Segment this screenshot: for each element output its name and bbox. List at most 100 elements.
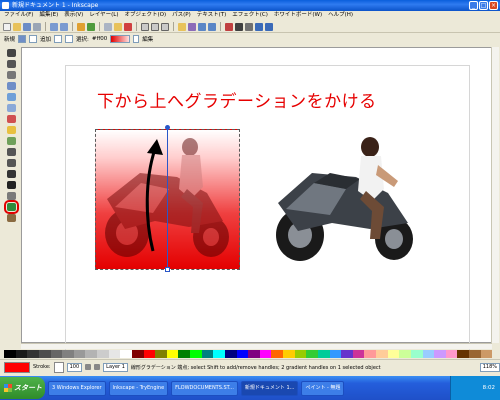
gradient-preview-dropdown[interactable] bbox=[110, 35, 131, 43]
palette-swatch[interactable] bbox=[480, 350, 493, 358]
tweak-tool-icon[interactable] bbox=[6, 71, 16, 79]
group-icon[interactable] bbox=[198, 22, 206, 31]
palette-swatch[interactable] bbox=[259, 350, 272, 358]
drawing-canvas[interactable]: 下から上へグラデーションをかける bbox=[21, 47, 492, 355]
zoom-field[interactable]: 118% bbox=[479, 362, 500, 372]
star-tool-icon[interactable] bbox=[6, 126, 16, 134]
undo-icon[interactable] bbox=[77, 22, 85, 31]
palette-swatch[interactable] bbox=[213, 350, 225, 358]
palette-swatch[interactable] bbox=[224, 350, 237, 358]
taskbar-item-flowdocuments[interactable]: FLOWDOCUMENTS.ST... bbox=[171, 380, 238, 396]
print-icon[interactable] bbox=[33, 22, 41, 31]
align-icon[interactable] bbox=[255, 22, 263, 31]
palette-swatch[interactable] bbox=[376, 350, 388, 358]
palette-swatch[interactable] bbox=[143, 350, 156, 358]
palette-swatch[interactable] bbox=[434, 350, 446, 358]
clone-icon[interactable] bbox=[188, 22, 196, 31]
import-icon[interactable] bbox=[50, 22, 58, 31]
node-tool-icon[interactable] bbox=[6, 60, 16, 68]
zoom-tool-icon[interactable] bbox=[6, 82, 16, 90]
close-button[interactable]: × bbox=[489, 1, 498, 10]
palette-swatch[interactable] bbox=[399, 350, 411, 358]
menu-effects[interactable]: エフェクト(C) bbox=[232, 11, 268, 20]
fill-target-icon[interactable] bbox=[54, 35, 63, 43]
text-font-icon[interactable] bbox=[235, 22, 243, 31]
palette-swatch[interactable] bbox=[387, 350, 400, 358]
taskbar-item-new-document[interactable]: 新規ドキュメント 1... bbox=[240, 380, 299, 396]
eye-icon[interactable] bbox=[85, 364, 92, 370]
lock-icon[interactable] bbox=[94, 364, 101, 370]
palette-swatch[interactable] bbox=[166, 350, 179, 358]
palette-swatch[interactable] bbox=[62, 350, 74, 358]
title-bar[interactable]: 新規ドキュメント 1 - Inkscape _ □ × bbox=[0, 0, 500, 11]
palette-swatch[interactable] bbox=[73, 350, 86, 358]
palette-swatch[interactable] bbox=[329, 350, 342, 358]
palette-swatch[interactable] bbox=[236, 350, 249, 358]
pencil-tool-icon[interactable] bbox=[6, 148, 16, 156]
zoom-in-icon[interactable] bbox=[141, 22, 149, 31]
palette-swatch[interactable] bbox=[364, 350, 376, 358]
palette-swatch[interactable] bbox=[283, 350, 295, 358]
gradient-end-handle[interactable] bbox=[165, 125, 170, 130]
fill-color-indicator[interactable] bbox=[4, 361, 30, 373]
palette-swatch[interactable] bbox=[306, 350, 318, 358]
palette-swatch[interactable] bbox=[120, 350, 132, 358]
palette-swatch[interactable] bbox=[445, 350, 458, 358]
opacity-field[interactable]: 100 bbox=[66, 362, 83, 372]
menu-view[interactable]: 表示(V) bbox=[64, 11, 83, 20]
palette-swatch[interactable] bbox=[352, 350, 365, 358]
stroke-target-icon[interactable] bbox=[65, 35, 74, 43]
xml-editor-icon[interactable] bbox=[245, 22, 253, 31]
redo-icon[interactable] bbox=[87, 22, 95, 31]
stroke-color-indicator[interactable] bbox=[53, 361, 64, 373]
zoom-out-icon[interactable] bbox=[151, 22, 159, 31]
duplicate-icon[interactable] bbox=[178, 22, 186, 31]
menu-whiteboard[interactable]: ホワイトボード(W) bbox=[274, 11, 322, 20]
palette-swatch[interactable] bbox=[410, 350, 423, 358]
maximize-button[interactable]: □ bbox=[479, 1, 488, 10]
fill-stroke-icon[interactable] bbox=[225, 22, 233, 31]
menu-text[interactable]: テキスト(T) bbox=[197, 11, 227, 20]
palette-swatch[interactable] bbox=[317, 350, 330, 358]
palette-swatch[interactable] bbox=[190, 350, 202, 358]
palette-swatch[interactable] bbox=[27, 350, 39, 358]
3dbox-tool-icon[interactable] bbox=[6, 104, 16, 112]
gradient-applied-image[interactable] bbox=[95, 125, 240, 272]
chevron-down-icon[interactable] bbox=[133, 35, 140, 43]
palette-swatch[interactable] bbox=[15, 350, 28, 358]
gradient-start-handle[interactable] bbox=[165, 267, 170, 272]
palette-swatch[interactable] bbox=[248, 350, 260, 358]
save-icon[interactable] bbox=[23, 22, 31, 31]
preferences-icon[interactable] bbox=[265, 22, 273, 31]
palette-swatch[interactable] bbox=[50, 350, 63, 358]
palette-swatch[interactable] bbox=[469, 350, 481, 358]
linear-gradient-icon[interactable] bbox=[18, 35, 27, 43]
export-icon[interactable] bbox=[60, 22, 68, 31]
rect-tool-icon[interactable] bbox=[6, 93, 16, 101]
taskbar-item-inkscape-tryengine[interactable]: Inkscape - TryEngine bbox=[108, 380, 169, 396]
delete-icon[interactable] bbox=[124, 22, 132, 31]
palette-swatch[interactable] bbox=[108, 350, 121, 358]
palette-swatch[interactable] bbox=[4, 350, 16, 358]
ungroup-icon[interactable] bbox=[208, 22, 216, 31]
menu-layer[interactable]: レイヤー(L) bbox=[89, 11, 118, 20]
zoom-fit-icon[interactable] bbox=[161, 22, 169, 31]
spray-tool-icon[interactable] bbox=[6, 192, 16, 200]
ellipse-tool-icon[interactable] bbox=[6, 115, 16, 123]
palette-swatch[interactable] bbox=[178, 350, 190, 358]
palette-swatch[interactable] bbox=[341, 350, 353, 358]
palette-swatch[interactable] bbox=[294, 350, 307, 358]
taskbar-item-explorer[interactable]: 3 Windows Explorer bbox=[48, 380, 106, 396]
new-document-icon[interactable] bbox=[3, 22, 11, 31]
layer-selector[interactable]: Layer 1 bbox=[103, 362, 128, 372]
radial-gradient-icon[interactable] bbox=[29, 35, 38, 43]
menu-path[interactable]: パス(P) bbox=[172, 11, 191, 20]
palette-swatch[interactable] bbox=[38, 350, 51, 358]
palette-swatch[interactable] bbox=[85, 350, 97, 358]
selector-tool-icon[interactable] bbox=[6, 49, 16, 57]
gradient-tool-icon[interactable] bbox=[3, 200, 19, 214]
taskbar-item-paint[interactable]: ペイント - 無題 bbox=[301, 380, 345, 396]
edit-gradient-button[interactable]: 編集 bbox=[142, 35, 153, 43]
spiral-tool-icon[interactable] bbox=[6, 137, 16, 145]
vertical-scrollbar[interactable] bbox=[491, 47, 499, 343]
